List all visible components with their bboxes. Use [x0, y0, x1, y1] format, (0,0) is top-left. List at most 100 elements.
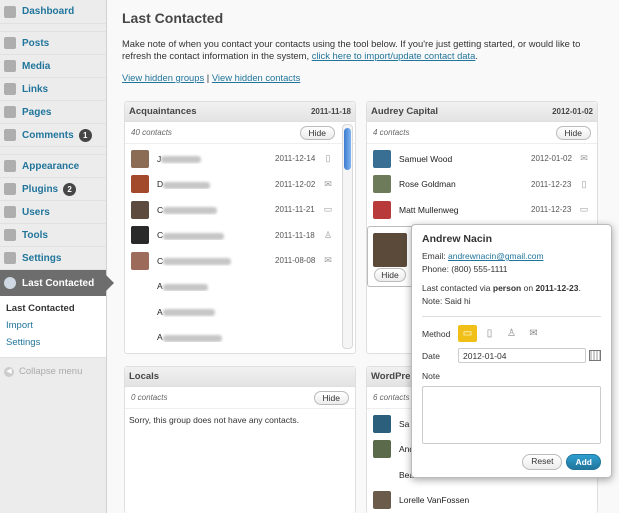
hide-contact-button[interactable]: Hide: [374, 268, 406, 282]
sidebar-item-label: Appearance: [22, 160, 80, 172]
sidebar-item-posts[interactable]: Posts: [0, 32, 106, 55]
email-method-icon[interactable]: ✉: [524, 325, 543, 342]
add-button[interactable]: Add: [566, 454, 601, 470]
hide-group-button[interactable]: Hide: [555, 125, 591, 140]
media-icon: [4, 60, 16, 72]
reset-button[interactable]: Reset: [522, 454, 563, 470]
contact-row[interactable]: A: [125, 274, 341, 300]
last-contacted-date: 2011-12-23: [535, 283, 579, 293]
comments-icon: [4, 129, 16, 141]
intro-text: Make note of when you contact your conta…: [122, 38, 581, 61]
sidebar-item-settings[interactable]: Settings: [0, 247, 106, 270]
contact-avatar: [131, 149, 149, 168]
date-label: Date: [422, 350, 440, 361]
popup-email-line: Email: andrewnacin@gmail.com: [422, 251, 601, 261]
contact-row[interactable]: J 2011-12-14 ▯: [125, 146, 341, 172]
sidebar-item-label: Plugins: [22, 183, 59, 195]
sidebar-item-last-contacted[interactable]: Last Contacted: [0, 270, 114, 296]
contact-list-scrollbar[interactable]: [342, 124, 353, 349]
contact-popup: Andrew Nacin Email: andrewnacin@gmail.co…: [411, 224, 612, 478]
link-separator: |: [206, 72, 210, 83]
last-contacted-on: on: [523, 283, 534, 293]
page-title: Last Contacted: [122, 10, 224, 26]
view-hidden-groups-link[interactable]: View hidden groups: [122, 72, 204, 83]
users-icon: [4, 206, 16, 218]
plugins-count-badge: 2: [63, 182, 77, 196]
sidebar-item-label: Pages: [22, 106, 52, 118]
contact-avatar: [131, 175, 149, 194]
contact-last-date: 2011-12-23: [531, 179, 572, 189]
sidebar-item-tools[interactable]: Tools: [0, 224, 106, 247]
sidebar-item-dashboard[interactable]: Dashboard: [0, 0, 106, 24]
appearance-icon: [4, 160, 16, 172]
contact-last-date: 2011-08-08: [275, 256, 316, 266]
contact-name: Samuel Wood: [399, 154, 531, 164]
contact-last-date: 2011-11-21: [275, 205, 315, 215]
contact-row[interactable]: A: [125, 325, 341, 351]
submenu-item-settings[interactable]: Settings: [0, 334, 106, 351]
contact-name: A: [157, 307, 275, 317]
collapse-menu-button[interactable]: ◀ Collapse menu: [0, 366, 106, 377]
sidebar-item-pages[interactable]: Pages: [0, 101, 106, 124]
person-method-icon[interactable]: ♙: [502, 325, 521, 342]
email-link[interactable]: andrewnacin@gmail.com: [448, 251, 544, 261]
contact-last-date: 2011-11-18: [275, 230, 315, 240]
redacted-name: [162, 334, 222, 342]
contact-name-text: Matt Mullenweg: [399, 204, 459, 215]
chat-method-icon[interactable]: ▭: [458, 325, 477, 342]
contact-row[interactable]: A: [125, 299, 341, 325]
hide-group-button[interactable]: Hide: [299, 125, 335, 140]
import-link[interactable]: click here to import/update contact data: [312, 50, 476, 61]
contact-name-text: Rose Goldman: [399, 179, 456, 190]
contact-row[interactable]: Lorelle VanFossen: [367, 488, 597, 513]
contact-name: D: [157, 179, 275, 189]
comments-count-badge: 1: [78, 128, 92, 142]
hide-group-button[interactable]: Hide: [313, 390, 349, 405]
contact-row[interactable]: D 2011-12-02 ✉: [125, 172, 341, 198]
popup-actions: Reset Add: [422, 454, 601, 470]
last-contacted-suffix: .: [578, 283, 581, 293]
contact-name-text: Samuel Wood: [399, 153, 453, 164]
submenu-item-import[interactable]: Import: [0, 317, 106, 334]
contact-name: Lorelle VanFossen: [399, 495, 591, 505]
group-box-acquaintances: Acquaintances 2011-11-18 40 contacts Hide …: [124, 101, 356, 354]
contact-last-date: 2011-12-23: [531, 205, 572, 215]
contact-row[interactable]: C 2011-11-18 ♙: [125, 223, 341, 249]
calendar-icon[interactable]: [589, 350, 601, 361]
links-icon: [4, 83, 16, 95]
contact-name: C: [157, 256, 275, 266]
sidebar-item-media[interactable]: Media: [0, 55, 106, 78]
view-hidden-contacts-link[interactable]: View hidden contacts: [212, 72, 300, 83]
sidebar-item-label: Tools: [22, 229, 48, 241]
contact-last-date: 2012-01-02: [531, 154, 572, 164]
contact-row[interactable]: Samuel Wood 2012-01-02 ✉: [367, 146, 597, 172]
sidebar-item-comments[interactable]: Comments 1: [0, 124, 106, 147]
submenu-item-last-contacted[interactable]: Last Contacted: [0, 300, 106, 317]
sidebar-item-label: Links: [22, 83, 49, 95]
group-count-row: 40 contacts Hide: [125, 122, 355, 144]
sidebar-item-users[interactable]: Users: [0, 201, 106, 224]
contact-row[interactable]: Matt Mullenweg 2011-12-23 ▭: [367, 197, 597, 223]
sidebar-item-appearance[interactable]: Appearance: [0, 155, 106, 178]
sidebar-item-plugins[interactable]: Plugins 2: [0, 178, 106, 201]
date-input[interactable]: [458, 348, 586, 363]
group-count-row: 4 contacts Hide: [367, 122, 597, 144]
sidebar-item-label: Dashboard: [22, 6, 75, 17]
contact-row[interactable]: Rose Goldman 2011-12-23 ▯: [367, 172, 597, 198]
method-row: Method ▭ ▯ ♙ ✉: [422, 325, 601, 342]
chat-icon: ▭: [579, 204, 589, 215]
contact-row[interactable]: C 2011-08-08 ✉: [125, 248, 341, 274]
note-textarea[interactable]: [422, 386, 601, 444]
group-header: Audrey Capital 2012-01-02: [367, 102, 597, 122]
selected-contact-card[interactable]: Hide: [367, 226, 412, 287]
contact-avatar: [373, 149, 391, 168]
contact-row[interactable]: C 2011-11-21 ▭: [125, 197, 341, 223]
popup-note-line: Note: Said hi: [422, 296, 471, 306]
collapse-menu-label: Collapse menu: [19, 366, 83, 377]
scrollbar-thumb[interactable]: [344, 128, 351, 170]
sidebar-item-links[interactable]: Links: [0, 78, 106, 101]
contact-name: A: [157, 332, 275, 342]
contact-name-text: A: [157, 306, 163, 317]
redacted-name: [163, 181, 211, 189]
phone-method-icon[interactable]: ▯: [480, 325, 499, 342]
